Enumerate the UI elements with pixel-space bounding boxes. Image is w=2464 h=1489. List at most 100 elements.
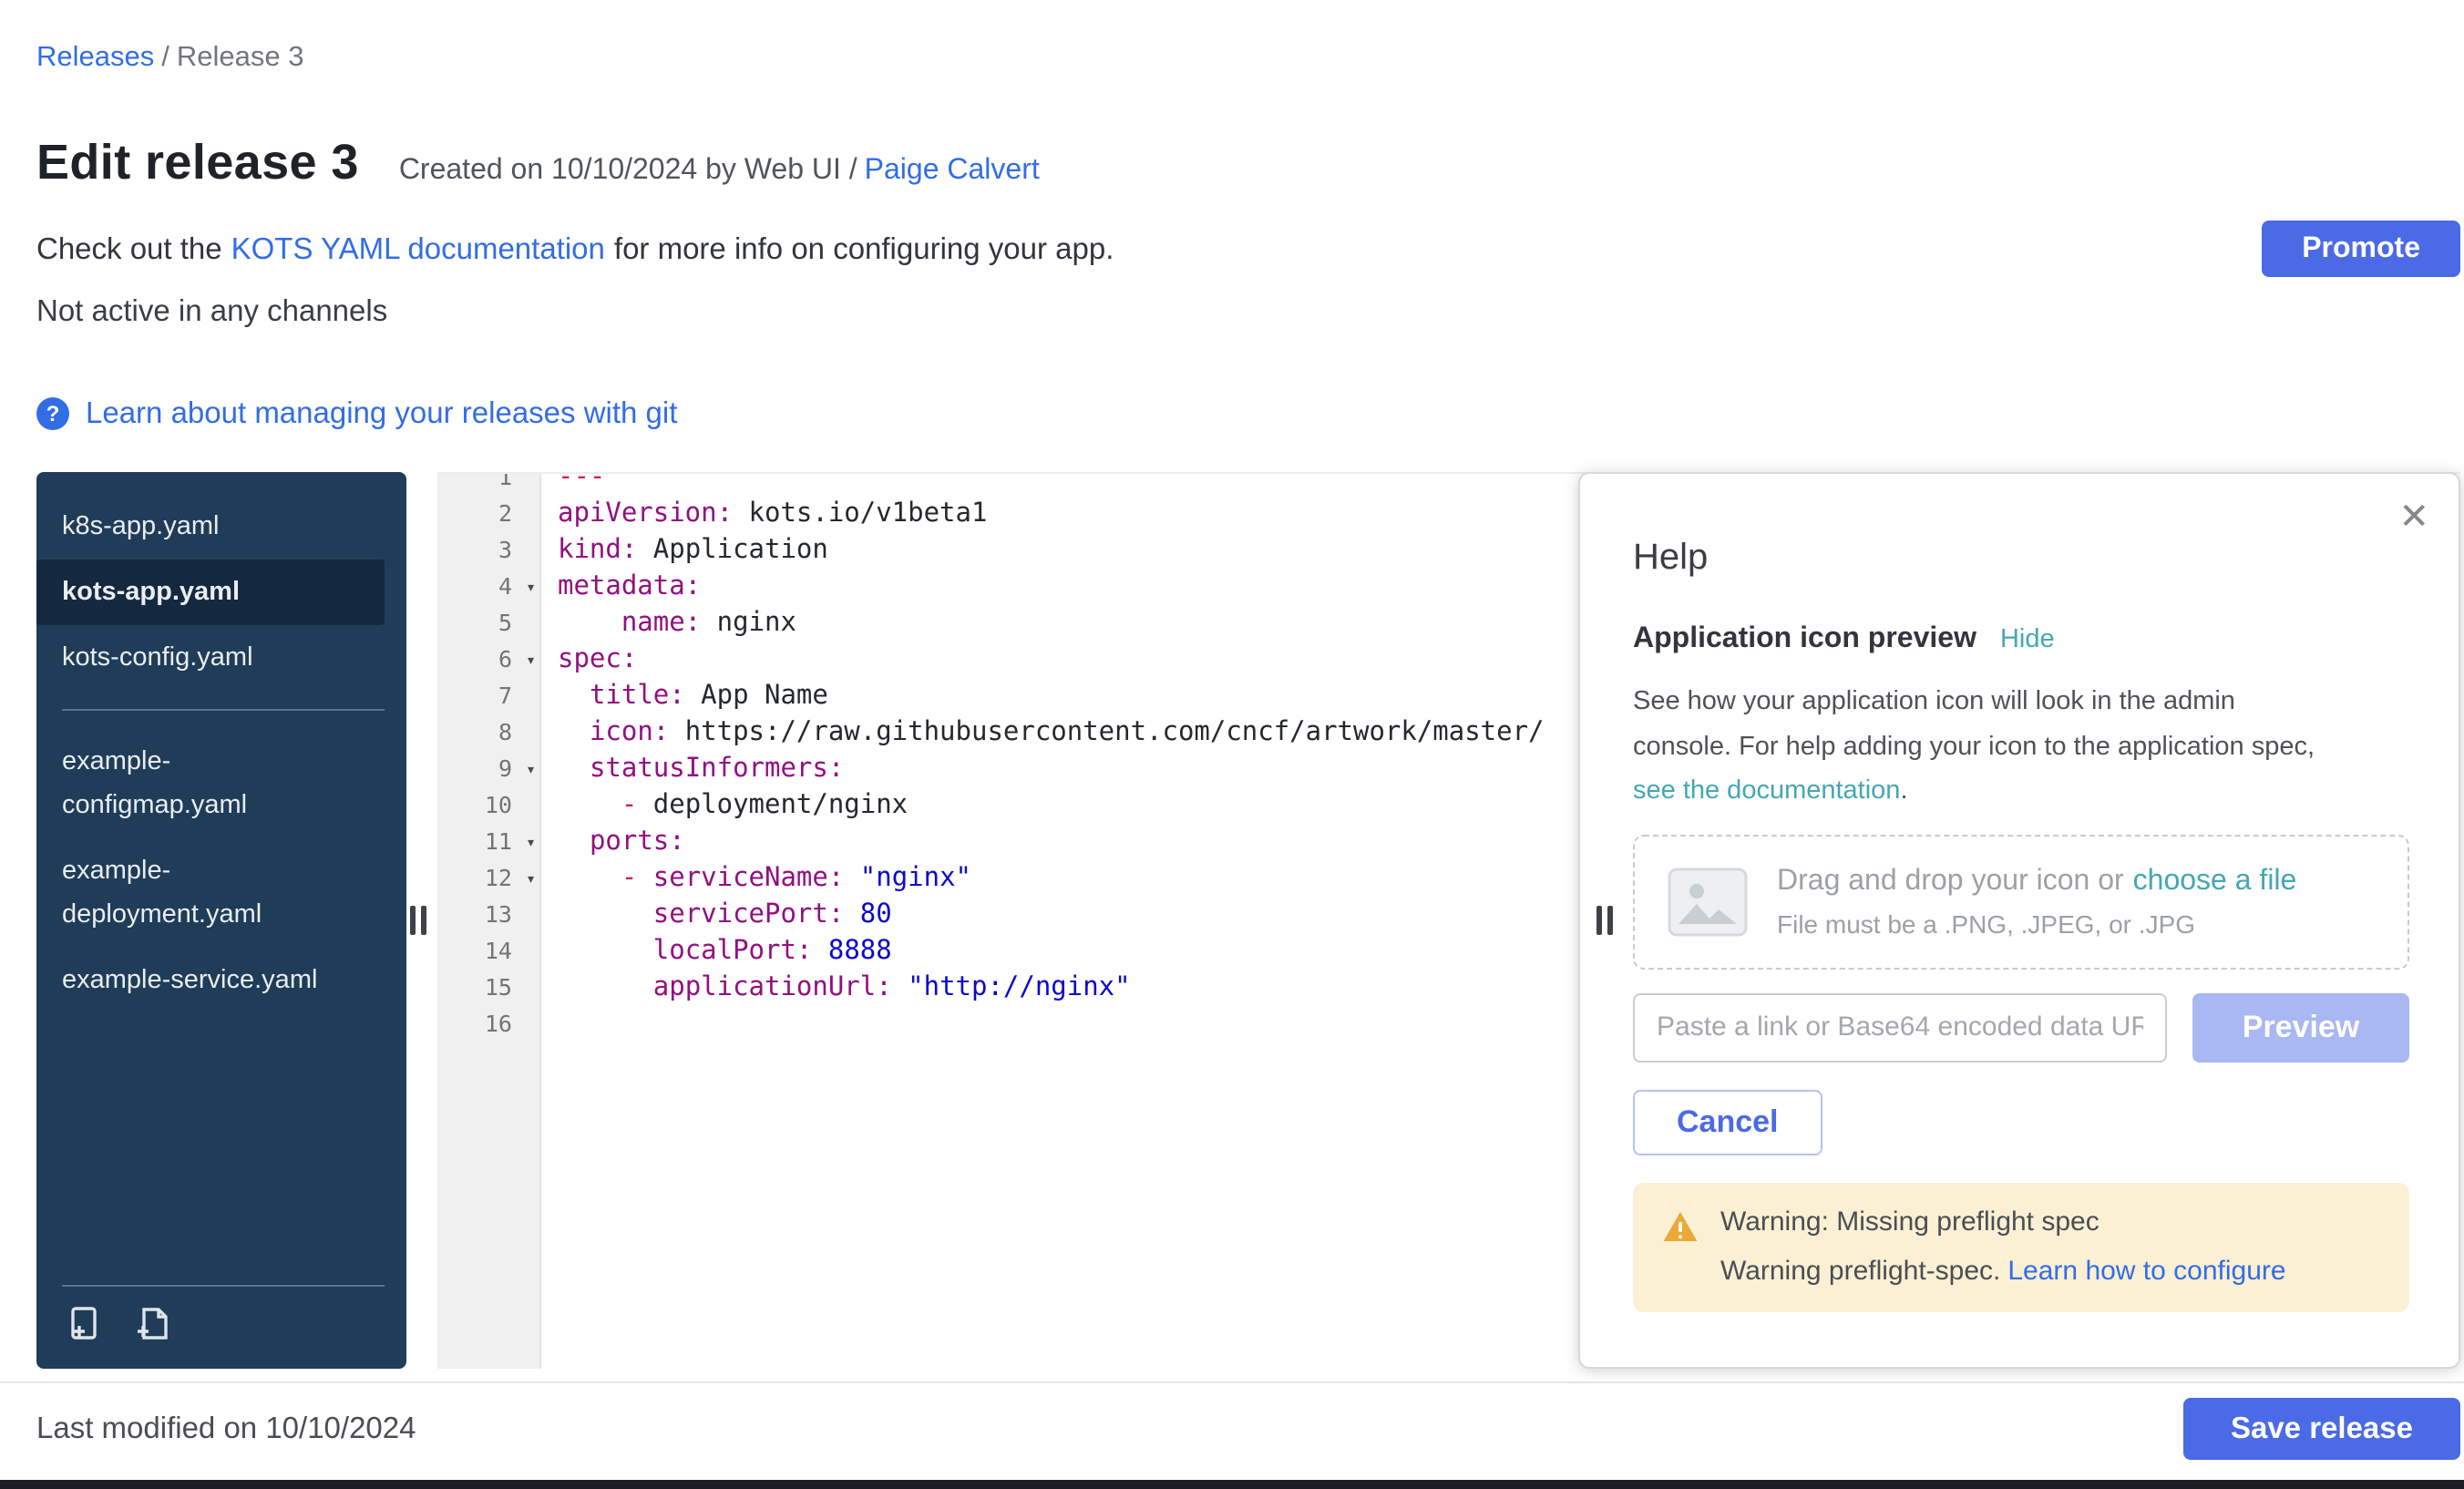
- page-title: Edit release 3: [36, 131, 359, 193]
- icon-preview-description: See how your application icon will look …: [1633, 680, 2409, 814]
- file-item-kots-app-yaml[interactable]: kots-app.yaml: [36, 560, 385, 625]
- line-number: 11▾: [437, 824, 541, 860]
- image-placeholder-icon: [1668, 867, 1748, 936]
- icon-url-row: Preview: [1633, 992, 2409, 1062]
- file-group-divider: [62, 709, 385, 711]
- breadcrumb-releases-link[interactable]: Releases: [36, 42, 154, 73]
- line-number: 5: [437, 605, 541, 642]
- page: Releases/ Release 3 Edit release 3 Create…: [0, 0, 2464, 1489]
- file-item-label: kots-app.yaml: [62, 570, 240, 614]
- code-text: spec:: [541, 642, 637, 678]
- created-text: Created on 10/10/2024 by Web UI /: [399, 155, 857, 186]
- code-text: statusInformers:: [541, 751, 844, 787]
- code-text: metadata:: [541, 569, 701, 605]
- sidebar-resize-handle[interactable]: [410, 906, 426, 935]
- line-number: 10: [437, 787, 541, 824]
- fold-toggle-icon[interactable]: ▾: [526, 862, 536, 899]
- help-panel-resize-handle[interactable]: [1596, 906, 1613, 935]
- see-documentation-link[interactable]: see the documentation: [1633, 776, 1900, 806]
- dropzone-hint: File must be a .PNG, .JPEG, or .JPG: [1777, 908, 2296, 940]
- file-item-label: example-configmap.yaml: [62, 740, 339, 827]
- code-text: localPort: 8888: [541, 933, 892, 970]
- preview-button[interactable]: Preview: [2192, 992, 2409, 1062]
- code-text: apiVersion: kots.io/v1beta1: [541, 496, 987, 532]
- upload-file-icon[interactable]: [62, 1303, 106, 1347]
- warning-text: Warning preflight-spec.: [1720, 1255, 2000, 1286]
- dropzone-text-block: Drag and drop your icon orchoose a file …: [1777, 862, 2296, 940]
- fold-toggle-icon[interactable]: ▾: [526, 570, 536, 607]
- author-link[interactable]: Paige Calvert: [865, 155, 1040, 186]
- code-text: [541, 1006, 558, 1042]
- line-number: 13: [437, 897, 541, 933]
- code-text: - serviceName: "nginx": [541, 860, 971, 897]
- docs-row: Check out the KOTS YAML documentation for …: [36, 221, 2460, 277]
- file-item-label: kots-config.yaml: [62, 636, 253, 680]
- breadcrumb-current: Release 3: [177, 42, 304, 73]
- line-number: 14: [437, 933, 541, 970]
- icon-preview-title: Application icon preview: [1633, 620, 1976, 660]
- line-number: 6▾: [437, 642, 541, 678]
- fold-toggle-icon[interactable]: ▾: [526, 826, 536, 862]
- question-icon: ?: [36, 397, 69, 430]
- file-item-label: example-deployment.yaml: [62, 849, 339, 937]
- line-number: 9▾: [437, 751, 541, 787]
- fold-toggle-icon[interactable]: ▾: [526, 643, 536, 680]
- choose-file-link[interactable]: choose a file: [2133, 866, 2297, 897]
- footer: Last modified on 10/10/2024 Save release: [0, 1381, 2464, 1460]
- code-text: servicePort: 80: [541, 897, 892, 933]
- line-number: 15: [437, 970, 541, 1006]
- hide-link[interactable]: Hide: [2000, 625, 2055, 654]
- file-item-example-configmap-yaml[interactable]: example-configmap.yaml: [36, 729, 385, 838]
- code-text: applicationUrl: "http://nginx": [541, 970, 1131, 1006]
- save-release-button[interactable]: Save release: [2183, 1398, 2460, 1460]
- line-number: 16: [437, 1006, 541, 1042]
- created-info: Created on 10/10/2024 by Web UI / Paige C…: [399, 155, 1040, 188]
- add-file-icon[interactable]: [129, 1303, 173, 1347]
- file-item-kots-config-yaml[interactable]: kots-config.yaml: [36, 625, 385, 691]
- sidebar-footer: [62, 1285, 385, 1369]
- kots-yaml-docs-link[interactable]: KOTS YAML documentation: [231, 232, 605, 265]
- file-item-label: k8s-app.yaml: [62, 505, 219, 549]
- file-sidebar: k8s-app.yaml kots-app.yaml kots-config.yam…: [36, 472, 406, 1369]
- learn-how-to-configure-link[interactable]: Learn how to configure: [2007, 1255, 2285, 1286]
- main-content: Releases/ Release 3 Edit release 3 Create…: [0, 0, 2464, 1489]
- code-text: - deployment/nginx: [541, 787, 908, 824]
- file-list: k8s-app.yaml kots-app.yaml kots-config.yam…: [36, 494, 406, 1013]
- docs-text-before: Check out the: [36, 232, 222, 265]
- file-item-example-service-yaml[interactable]: example-service.yaml: [36, 948, 385, 1013]
- cancel-button[interactable]: Cancel: [1633, 1089, 1822, 1155]
- line-number: 12▾: [437, 860, 541, 897]
- dropzone-text: Drag and drop your icon or: [1777, 866, 2124, 897]
- last-modified-text: Last modified on 10/10/2024: [36, 1412, 416, 1446]
- promote-button[interactable]: Promote: [2262, 221, 2460, 277]
- icon-dropzone[interactable]: Drag and drop your icon orchoose a file …: [1633, 834, 2409, 969]
- line-number: 7: [437, 678, 541, 714]
- channel-status: Not active in any channels: [36, 292, 2460, 332]
- file-item-label: example-service.yaml: [62, 959, 317, 1002]
- icon-preview-section-header: Application icon preview Hide: [1633, 620, 2409, 660]
- description-period: .: [1900, 776, 1907, 806]
- code-text: ---: [541, 472, 605, 496]
- warning-title: Warning: Missing preflight spec: [1720, 1206, 2286, 1238]
- workspace: k8s-app.yaml kots-app.yaml kots-config.yam…: [36, 472, 2460, 1369]
- line-number: 8: [437, 714, 541, 751]
- code-text: ports:: [541, 824, 685, 860]
- help-panel: ✕ Help Application icon preview Hide See…: [1578, 472, 2460, 1369]
- learn-git-link[interactable]: Learn about managing your releases with …: [86, 394, 677, 434]
- docs-text: Check out the KOTS YAML documentation for …: [36, 229, 1114, 269]
- code-text: icon: https://raw.githubusercontent.com/…: [541, 714, 1545, 751]
- docs-text-after: for more info on configuring your app.: [614, 232, 1114, 265]
- breadcrumb-separator: /: [161, 42, 169, 73]
- warning-text-block: Warning: Missing preflight spec Warning …: [1720, 1206, 2286, 1288]
- icon-url-input[interactable]: [1633, 992, 2167, 1062]
- help-panel-title: Help: [1633, 536, 2409, 580]
- code-text: name: nginx: [541, 605, 796, 642]
- preflight-warning-box: Warning: Missing preflight spec Warning …: [1633, 1182, 2409, 1311]
- line-number: 4▾: [437, 569, 541, 605]
- line-number: 2: [437, 496, 541, 532]
- fold-toggle-icon[interactable]: ▾: [526, 753, 536, 789]
- warning-icon: [1662, 1209, 1699, 1242]
- close-icon[interactable]: ✕: [2398, 499, 2429, 536]
- file-item-example-deployment-yaml[interactable]: example-deployment.yaml: [36, 838, 385, 948]
- file-item-k8s-app-yaml[interactable]: k8s-app.yaml: [36, 494, 385, 560]
